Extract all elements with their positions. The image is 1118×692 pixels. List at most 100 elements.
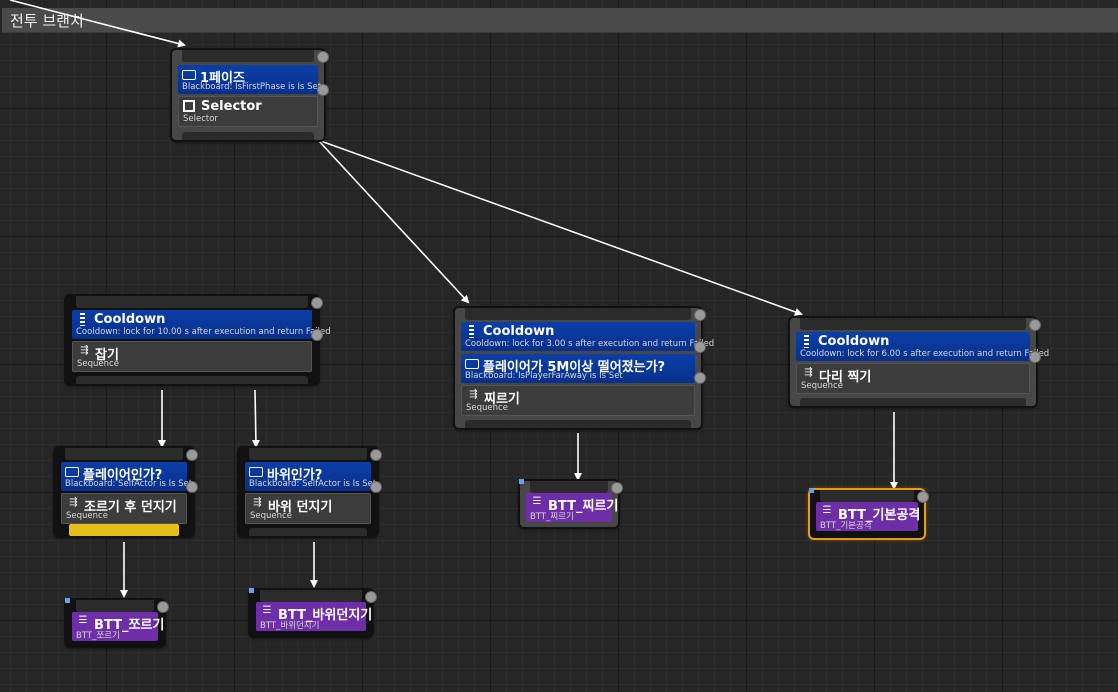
sequence-composite[interactable]: ⇶ 조르기 후 던지기 Sequence xyxy=(61,493,187,524)
breakpoint-marker xyxy=(249,588,254,593)
cooldown-icon xyxy=(465,325,479,338)
task-basic-attack-node[interactable]: ☰ BTT_기본공격 BTT_기본공격 xyxy=(809,488,929,538)
comment-title: 전투 브랜치 xyxy=(10,12,84,30)
cooldown-icon xyxy=(76,313,90,326)
input-pin[interactable] xyxy=(820,490,914,502)
decorator-index-badge xyxy=(694,372,706,384)
task-stab-node[interactable]: ☰ BTT_찌르기 BTT_찌르기 xyxy=(519,479,623,527)
decorator-index-badge xyxy=(311,329,323,341)
sequence-arrows-icon: ⇶ xyxy=(69,497,77,508)
blackboard-decorator[interactable]: 플레이어가 5M이상 떨어졌는가? Blackboard: IsPlayerFa… xyxy=(461,354,695,383)
comment-header[interactable]: 전투 브랜치 xyxy=(2,8,1118,33)
cooldown-decorator[interactable]: Cooldown Cooldown: lock for 6.00 s after… xyxy=(796,332,1049,361)
decorator-title: Cooldown xyxy=(94,312,166,327)
sequence-arrows-icon: ⇶ xyxy=(804,367,812,378)
sequence-arrows-icon: ⇶ xyxy=(80,345,88,356)
blackboard-monitor-icon xyxy=(465,359,479,369)
output-pin[interactable] xyxy=(182,132,314,140)
task-icon: ☰ xyxy=(262,605,272,616)
phase1-node[interactable]: 1페이즈 Blackboard: IsFirstPhase is Is Set … xyxy=(172,50,329,140)
task-squeeze-node[interactable]: ☰ BTT_쪼르기 BTT_쪼르기 xyxy=(65,598,169,646)
input-pin[interactable] xyxy=(76,296,308,308)
task-class: BTT_찌르기 xyxy=(530,512,574,522)
execution-index-badge xyxy=(611,482,623,494)
breakpoint-marker xyxy=(809,488,814,493)
is-rock-node[interactable]: 바위인가? Blackboard: SelfActor is Is Set ⇶ … xyxy=(239,448,382,536)
sequence-composite[interactable]: ⇶ 잡기 Sequence xyxy=(72,341,312,372)
wire-grab-rock xyxy=(251,389,260,448)
input-pin[interactable] xyxy=(800,318,1026,330)
composite-title: Selector xyxy=(201,99,262,114)
selector-icon xyxy=(183,100,195,112)
output-pin[interactable] xyxy=(76,376,308,384)
input-pin[interactable] xyxy=(249,448,367,460)
decorator-description: Blackboard: SelfActor is Is Set xyxy=(65,479,193,489)
composite-type: Selector xyxy=(183,114,218,124)
breakpoint-marker xyxy=(519,479,524,484)
execution-index-badge xyxy=(694,309,706,321)
task-class: BTT_기본공격 xyxy=(820,521,872,531)
selector-composite[interactable]: Selector Selector xyxy=(178,96,318,127)
input-pin[interactable] xyxy=(530,481,608,493)
composite-type: Sequence xyxy=(801,381,843,391)
output-pin[interactable] xyxy=(465,420,691,428)
composite-type: Sequence xyxy=(66,511,108,521)
composite-type: Sequence xyxy=(466,403,508,413)
wire-phase1-stab xyxy=(317,139,470,304)
execution-index-badge xyxy=(1029,319,1041,331)
cooldown-decorator[interactable]: Cooldown Cooldown: lock for 10.00 s afte… xyxy=(72,310,331,339)
decorator-index-badge xyxy=(1029,351,1041,363)
task-icon: ☰ xyxy=(532,496,542,507)
execution-index-badge xyxy=(311,297,323,309)
execution-index-badge xyxy=(186,449,198,461)
blackboard-monitor-icon xyxy=(182,70,196,80)
decorator-description: Cooldown: lock for 10.00 s after executi… xyxy=(76,327,331,337)
cooldown-icon xyxy=(800,335,814,348)
input-pin[interactable] xyxy=(182,50,314,62)
blackboard-monitor-icon xyxy=(249,467,263,477)
blackboard-decorator[interactable]: 플레이어인가? Blackboard: SelfActor is Is Set xyxy=(61,462,192,491)
task-body[interactable]: ☰ BTT_쪼르기 BTT_쪼르기 xyxy=(72,612,164,641)
blackboard-decorator[interactable]: 1페이즈 Blackboard: IsFirstPhase is Is Set xyxy=(178,65,322,94)
decorator-title: Cooldown xyxy=(483,324,555,339)
decorator-index-badge xyxy=(317,84,329,96)
decorator-title: Cooldown xyxy=(818,334,890,349)
composite-type: Sequence xyxy=(77,359,119,369)
blackboard-monitor-icon xyxy=(65,467,79,477)
leg-stomp-node[interactable]: Cooldown Cooldown: lock for 6.00 s after… xyxy=(790,318,1049,406)
blackboard-decorator[interactable]: 바위인가? Blackboard: SelfActor is Is Set xyxy=(245,462,376,491)
decorator-index-badge xyxy=(694,341,706,353)
input-pin[interactable] xyxy=(260,590,362,602)
task-class: BTT_바위던지기 xyxy=(260,621,320,631)
is-player-node[interactable]: 플레이어인가? Blackboard: SelfActor is Is Set … xyxy=(55,448,198,536)
sequence-composite[interactable]: ⇶ 바위 던지기 Sequence xyxy=(245,493,371,524)
execution-index-badge xyxy=(917,491,929,503)
breakpoint-marker xyxy=(65,598,70,603)
execution-index-badge xyxy=(157,601,169,613)
output-pin[interactable] xyxy=(800,398,1026,406)
grab-node[interactable]: Cooldown Cooldown: lock for 10.00 s afte… xyxy=(66,296,331,384)
task-body[interactable]: ☰ BTT_기본공격 BTT_기본공격 xyxy=(816,502,920,531)
sequence-arrows-icon: ⇶ xyxy=(469,389,477,400)
execution-index-badge xyxy=(317,51,329,63)
sequence-composite[interactable]: ⇶ 다리 찍기 Sequence xyxy=(796,363,1030,394)
input-pin[interactable] xyxy=(465,308,691,320)
decorator-index-badge xyxy=(186,481,198,493)
input-pin[interactable] xyxy=(76,600,154,612)
input-pin[interactable] xyxy=(65,448,183,460)
stab-node[interactable]: Cooldown Cooldown: lock for 3.00 s after… xyxy=(455,308,714,428)
composite-type: Sequence xyxy=(250,511,292,521)
sequence-arrows-icon: ⇶ xyxy=(253,497,261,508)
decorator-description: Blackboard: IsFirstPhase is Is Set xyxy=(182,82,322,92)
sequence-composite[interactable]: ⇶ 찌르기 Sequence xyxy=(461,385,695,416)
task-body[interactable]: ☰ BTT_찌르기 BTT_찌르기 xyxy=(526,493,618,522)
task-class: BTT_쪼르기 xyxy=(76,631,120,641)
output-pin[interactable] xyxy=(249,528,367,536)
task-body[interactable]: ☰ BTT_바위던지기 BTT_바위던지기 xyxy=(256,602,372,631)
cooldown-decorator[interactable]: Cooldown Cooldown: lock for 3.00 s after… xyxy=(461,322,714,351)
decorator-description: Blackboard: SelfActor is Is Set xyxy=(249,479,377,489)
decorator-description: Blackboard: IsPlayerFarAway is Is Set xyxy=(465,371,623,381)
decorator-description: Cooldown: lock for 6.00 s after executio… xyxy=(800,349,1050,359)
wire-phase1-leg xyxy=(317,139,803,316)
task-rockthrow-node[interactable]: ☰ BTT_바위던지기 BTT_바위던지기 xyxy=(249,588,377,636)
